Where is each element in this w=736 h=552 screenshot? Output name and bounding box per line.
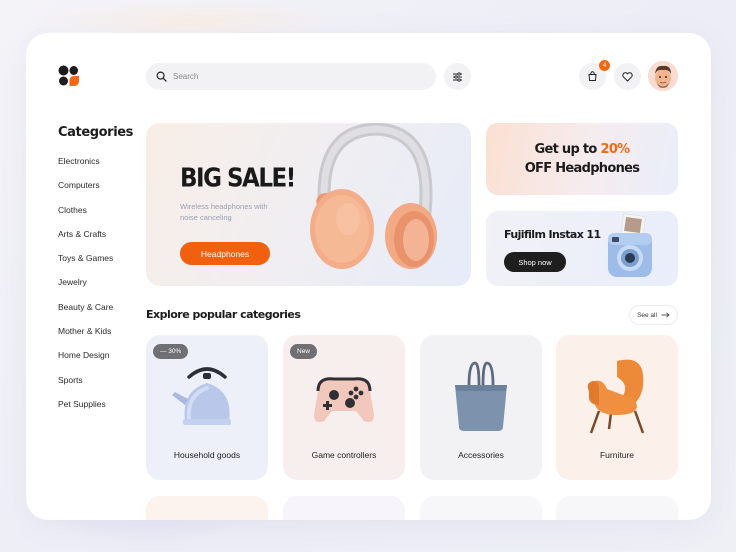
category-tile-partial[interactable] (146, 496, 268, 520)
section-title: Explore popular categories (146, 308, 301, 321)
sidebar-item-sports[interactable]: Sports (58, 375, 113, 399)
sidebar-item-pet-supplies[interactable]: Pet Supplies (58, 399, 113, 423)
category-tile-partial[interactable] (283, 496, 405, 520)
wishlist-button[interactable] (614, 63, 641, 90)
cart-icon (588, 71, 597, 81)
hero-title: BIG SALE! (180, 164, 296, 194)
sidebar-item-beauty-care[interactable]: Beauty & Care (58, 302, 113, 326)
tile-label: Household goods (173, 450, 241, 460)
sidebar-item-clothes[interactable]: Clothes (58, 205, 113, 229)
search-input[interactable] (173, 72, 403, 81)
sidebar-item-home-design[interactable]: Home Design (58, 350, 113, 374)
filter-button[interactable] (444, 63, 471, 90)
sidebar-item-computers[interactable]: Computers (58, 180, 113, 204)
category-tile-household[interactable]: — 30% Household goods (146, 335, 268, 480)
tile-label: Accessories (458, 450, 504, 460)
heart-icon (622, 71, 633, 81)
handbag-image (455, 361, 507, 431)
promo-discount-banner[interactable]: Get up to 20% OFF Headphones (486, 123, 678, 195)
hero-subtitle: Wireless headphones with noise canceling (180, 202, 268, 222)
headphones-button[interactable]: Headphones (180, 242, 270, 265)
arrow-right-icon (661, 312, 670, 318)
cart-button[interactable]: 4 (579, 60, 610, 90)
promo-line1-text: Get up to (534, 142, 601, 157)
search-icon (156, 71, 167, 82)
logo-icon[interactable] (58, 65, 80, 87)
app-window: 4 Categories Electronics Computers Cloth… (26, 33, 711, 520)
see-all-label: See all (637, 311, 657, 319)
tile-label: Game controllers (311, 450, 377, 460)
game-controller-image (314, 377, 374, 423)
category-tile-game-controllers[interactable]: New Game controllers (283, 335, 405, 480)
search-bar[interactable] (146, 63, 436, 90)
armchair-image (587, 359, 645, 434)
promo-camera-banner[interactable]: Fujifilm Instax 11 Shop now (486, 211, 678, 286)
category-tile-partial[interactable] (420, 496, 542, 520)
category-tile-partial[interactable] (556, 496, 678, 520)
promo-line2: OFF Headphones (524, 161, 640, 176)
tile-label: Furniture (599, 450, 634, 460)
see-all-button[interactable]: See all (629, 305, 678, 325)
sidebar-item-mother-kids[interactable]: Mother & Kids (58, 326, 113, 350)
sidebar-item-electronics[interactable]: Electronics (58, 156, 113, 180)
headphones-image (310, 123, 437, 269)
sidebar-item-arts-crafts[interactable]: Arts & Crafts (58, 229, 113, 253)
sidebar-item-toys-games[interactable]: Toys & Games (58, 253, 113, 277)
hero-banner[interactable]: BIG SALE! Wireless headphones with noise… (146, 123, 471, 286)
category-tile-furniture[interactable]: Furniture (556, 335, 678, 480)
sidebar-item-jewelry[interactable]: Jewelry (58, 277, 113, 301)
shop-now-button[interactable]: Shop now (504, 252, 566, 272)
promo-percent: 20% (600, 142, 630, 157)
kettle-image (172, 367, 231, 425)
camera-image (608, 213, 652, 277)
avatar[interactable] (648, 61, 678, 91)
promo-line1: Get up to 20% (534, 140, 630, 159)
sidebar-title: Categories (58, 125, 134, 140)
category-list: Electronics Computers Clothes Arts & Cra… (58, 156, 113, 423)
promo-camera-title: Fujifilm Instax 11 (504, 228, 601, 241)
filter-icon (453, 71, 462, 82)
avatar-image (648, 61, 678, 91)
cart-count-badge: 4 (599, 60, 610, 71)
category-tile-accessories[interactable]: Accessories (420, 335, 542, 480)
